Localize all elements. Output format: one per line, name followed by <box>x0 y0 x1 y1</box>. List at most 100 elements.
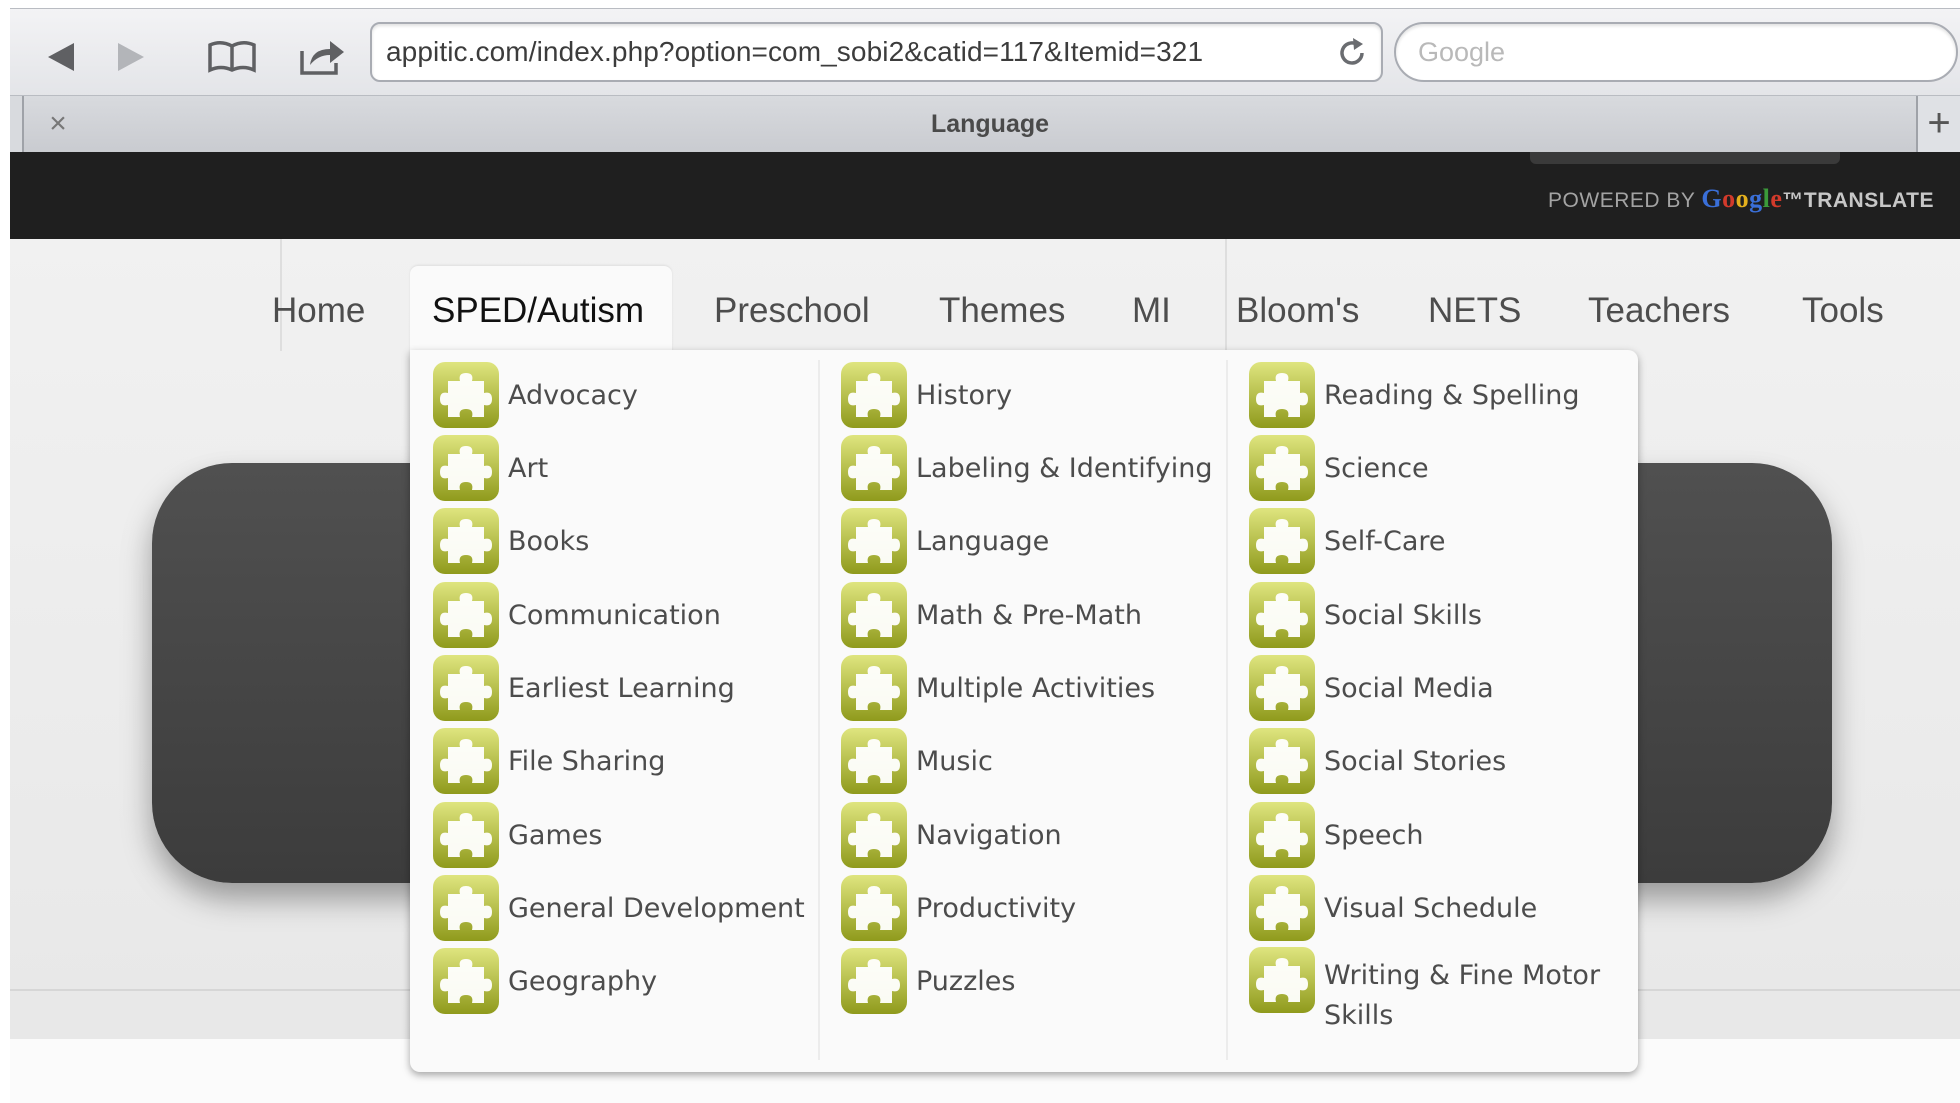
category-label: Self-Care <box>1324 525 1446 557</box>
address-bar[interactable]: appitic.com/index.php?option=com_sobi2&c… <box>370 22 1383 82</box>
category-item-geography[interactable]: Geography <box>432 946 657 1016</box>
category-label: Writing & Fine Motor Skills <box>1324 960 1601 1031</box>
category-label: History <box>916 379 1013 411</box>
category-item-puzzles[interactable]: Puzzles <box>840 946 1015 1016</box>
category-item-navigation[interactable]: Navigation <box>840 800 1062 870</box>
tm-mark: ™ <box>1782 189 1804 212</box>
forward-button[interactable] <box>100 27 160 87</box>
translate-dropdown[interactable] <box>1530 152 1840 164</box>
puzzle-piece-icon <box>433 948 499 1014</box>
category-label: Navigation <box>916 819 1062 851</box>
puzzle-piece-icon <box>841 728 907 794</box>
category-item-history[interactable]: History <box>840 360 1012 430</box>
category-label: Math & Pre-Math <box>916 599 1142 631</box>
category-item-art[interactable]: Art <box>432 433 548 503</box>
category-item-general-development[interactable]: General Development <box>432 873 805 943</box>
menu-item-preschool[interactable]: Preschool <box>714 291 870 331</box>
share-button[interactable] <box>292 27 352 87</box>
menu-item-sped-autism[interactable]: SPED/Autism <box>432 291 644 331</box>
category-label: File Sharing <box>508 745 666 777</box>
back-button[interactable] <box>32 27 92 87</box>
category-item-speech[interactable]: Speech <box>1248 800 1423 870</box>
menu-item-mi[interactable]: MI <box>1132 291 1171 331</box>
puzzle-piece-icon <box>841 655 907 721</box>
book-icon <box>208 41 256 73</box>
category-label: Language <box>916 525 1050 557</box>
category-label: Earliest Learning <box>508 672 735 704</box>
category-item-math-and-pre-math[interactable]: Math & Pre-Math <box>840 580 1142 650</box>
puzzle-piece-icon <box>433 362 499 428</box>
puzzle-piece-icon <box>433 728 499 794</box>
puzzle-piece-icon <box>841 802 907 868</box>
category-item-earliest-learning[interactable]: Earliest Learning <box>432 653 735 723</box>
category-item-music[interactable]: Music <box>840 726 993 796</box>
category-item-games[interactable]: Games <box>432 800 602 870</box>
menu-item-tools[interactable]: Tools <box>1802 291 1884 331</box>
search-bar[interactable] <box>1394 22 1958 82</box>
search-input[interactable] <box>1418 36 1956 68</box>
category-item-social-stories[interactable]: Social Stories <box>1248 726 1506 796</box>
category-item-labeling-and-identifying[interactable]: Labeling & Identifying <box>840 433 1213 503</box>
category-item-advocacy[interactable]: Advocacy <box>432 360 638 430</box>
category-item-social-media[interactable]: Social Media <box>1248 653 1494 723</box>
column-divider <box>818 360 820 1060</box>
menu-item-nets[interactable]: NETS <box>1428 291 1521 331</box>
category-item-communication[interactable]: Communication <box>432 580 721 650</box>
puzzle-piece-icon <box>1249 875 1315 941</box>
google-logo: Google <box>1701 184 1783 213</box>
category-label: Geography <box>508 965 658 997</box>
tab-title: Language <box>930 110 1050 138</box>
category-item-writing-and-fine-motor-skills[interactable]: Writing & Fine Motor Skills <box>1248 946 1624 1031</box>
category-item-books[interactable]: Books <box>432 506 589 576</box>
puzzle-piece-icon <box>433 508 499 574</box>
main-menu: Home SPED/Autism Preschool Themes MI Blo… <box>10 239 1960 356</box>
menu-item-home[interactable]: Home <box>272 291 365 331</box>
translate-text: TRANSLATE <box>1803 189 1934 212</box>
reload-icon[interactable] <box>1335 36 1369 70</box>
bookmarks-button[interactable] <box>202 27 262 87</box>
category-item-self-care[interactable]: Self-Care <box>1248 506 1446 576</box>
category-label: Labeling & Identifying <box>916 452 1213 484</box>
top-band: POWERED BY Google™TRANSLATE <box>10 152 1960 239</box>
category-item-social-skills[interactable]: Social Skills <box>1248 580 1482 650</box>
puzzle-piece-icon <box>841 948 907 1014</box>
puzzle-piece-icon <box>1249 947 1315 1013</box>
menu-item-blooms[interactable]: Bloom's <box>1236 291 1359 331</box>
puzzle-piece-icon <box>433 802 499 868</box>
category-label: Books <box>508 525 590 557</box>
share-icon <box>300 41 344 75</box>
puzzle-piece-icon <box>841 508 907 574</box>
column-divider <box>1226 360 1228 1060</box>
puzzle-piece-icon <box>841 875 907 941</box>
forward-arrow-icon <box>118 43 144 71</box>
sped-autism-dropdown: Advocacy Art Books Communication Earliest Le… <box>410 350 1638 1072</box>
category-label: Art <box>508 452 549 484</box>
category-item-science[interactable]: Science <box>1248 433 1429 503</box>
category-item-file-sharing[interactable]: File Sharing <box>432 726 665 796</box>
puzzle-piece-icon <box>433 582 499 648</box>
category-item-productivity[interactable]: Productivity <box>840 873 1076 943</box>
puzzle-piece-icon <box>1249 508 1315 574</box>
menu-item-teachers[interactable]: Teachers <box>1588 291 1730 331</box>
category-label: Games <box>508 819 603 851</box>
category-label: Speech <box>1324 819 1424 851</box>
category-label: Social Skills <box>1324 599 1482 631</box>
category-item-reading-and-spelling[interactable]: Reading & Spelling <box>1248 360 1579 430</box>
category-label: Visual Schedule <box>1324 892 1538 924</box>
new-tab-button[interactable]: + <box>1916 96 1960 154</box>
category-label: Multiple Activities <box>916 672 1156 704</box>
category-item-language[interactable]: Language <box>840 506 1049 576</box>
category-label: General Development <box>508 892 805 924</box>
puzzle-piece-icon <box>1249 802 1315 868</box>
category-item-multiple-activities[interactable]: Multiple Activities <box>840 653 1155 723</box>
puzzle-piece-icon <box>1249 655 1315 721</box>
powered-by-text: POWERED BY <box>1548 189 1696 212</box>
puzzle-piece-icon <box>433 655 499 721</box>
category-label: Science <box>1324 452 1429 484</box>
category-item-visual-schedule[interactable]: Visual Schedule <box>1248 873 1537 943</box>
menu-item-themes[interactable]: Themes <box>939 291 1065 331</box>
puzzle-piece-icon <box>1249 582 1315 648</box>
category-label: Advocacy <box>508 379 638 411</box>
browser-chrome: appitic.com/index.php?option=com_sobi2&c… <box>10 8 1960 154</box>
puzzle-piece-icon <box>841 582 907 648</box>
